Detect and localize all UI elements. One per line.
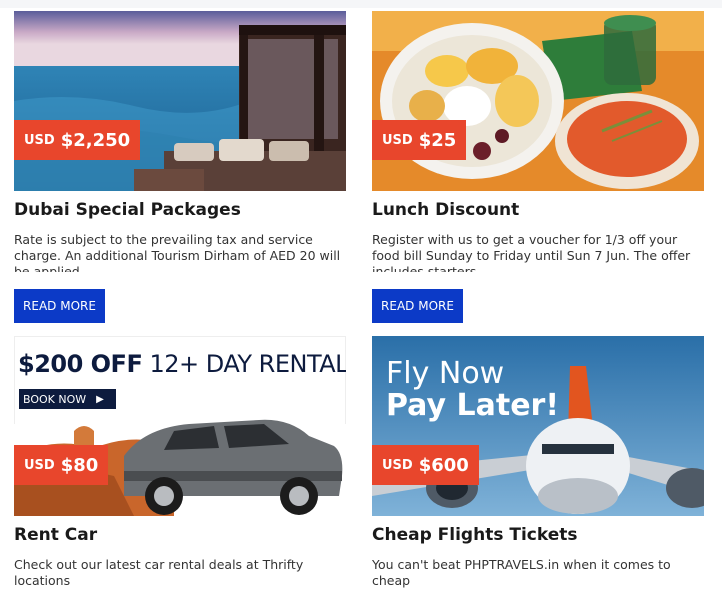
price-badge: USD $80 [14,445,109,485]
read-more-button[interactable]: READ MORE [372,289,463,323]
lunch-food-image [372,11,704,191]
ad-headline-bold: $200 OFF [18,350,143,378]
price-badge: USD $600 [372,445,479,485]
offer-title[interactable]: Dubai Special Packages [14,200,346,220]
price-amount: $25 [418,129,457,151]
play-arrow-icon: ▶ [96,393,104,405]
ad-headline-rest: 12+ DAY RENTAL [149,350,346,378]
offer-description: Rate is subject to the prevailing tax an… [14,232,341,272]
offer-image-lunch[interactable]: USD $25 [372,11,704,191]
offer-description: Register with us to get a voucher for 1/… [372,232,691,272]
offer-card-rent-car: $200 OFF 12+ DAY RENTAL* BOOK NOW ▶ USD … [14,336,346,597]
offer-description: You can't beat PHPTRAVELS.in when it com… [372,557,671,588]
ad-line-1: Fly Now [386,356,505,391]
ad-book-now: BOOK NOW ▶ [19,389,116,409]
offer-image-rent-car[interactable]: $200 OFF 12+ DAY RENTAL* BOOK NOW ▶ USD … [14,336,346,516]
price-currency: USD [24,132,55,148]
offer-image-dubai[interactable]: USD $2,250 [14,11,346,191]
price-amount: $80 [60,454,99,476]
offer-card-dubai: USD $2,250 Dubai Special Packages Rate i… [14,11,346,323]
offer-title[interactable]: Rent Car [14,525,346,545]
offer-image-cheap-flights[interactable]: Fly Now Pay Later! USD $600 [372,336,704,516]
offer-title[interactable]: Lunch Discount [372,200,704,220]
price-amount: $2,250 [60,129,131,151]
price-badge: USD $25 [372,120,467,160]
offer-card-cheap-flights: Fly Now Pay Later! USD $600 Cheap Flight… [372,336,704,597]
ad-headline: $200 OFF 12+ DAY RENTAL* [18,350,346,378]
price-currency: USD [24,457,55,473]
top-strip [0,0,722,8]
ad-book-now-label: BOOK NOW [23,392,87,406]
price-currency: USD [382,132,413,148]
dubai-resort-image [14,11,346,191]
price-currency: USD [382,457,413,473]
offer-description: Check out our latest car rental deals at… [14,557,304,588]
price-amount: $600 [418,454,469,476]
price-badge: USD $2,250 [14,120,141,160]
offer-title[interactable]: Cheap Flights Tickets [372,525,704,545]
ad-line-2: Pay Later! [386,388,560,423]
offer-card-lunch: USD $25 Lunch Discount Register with us … [372,11,704,323]
read-more-button[interactable]: READ MORE [14,289,105,323]
